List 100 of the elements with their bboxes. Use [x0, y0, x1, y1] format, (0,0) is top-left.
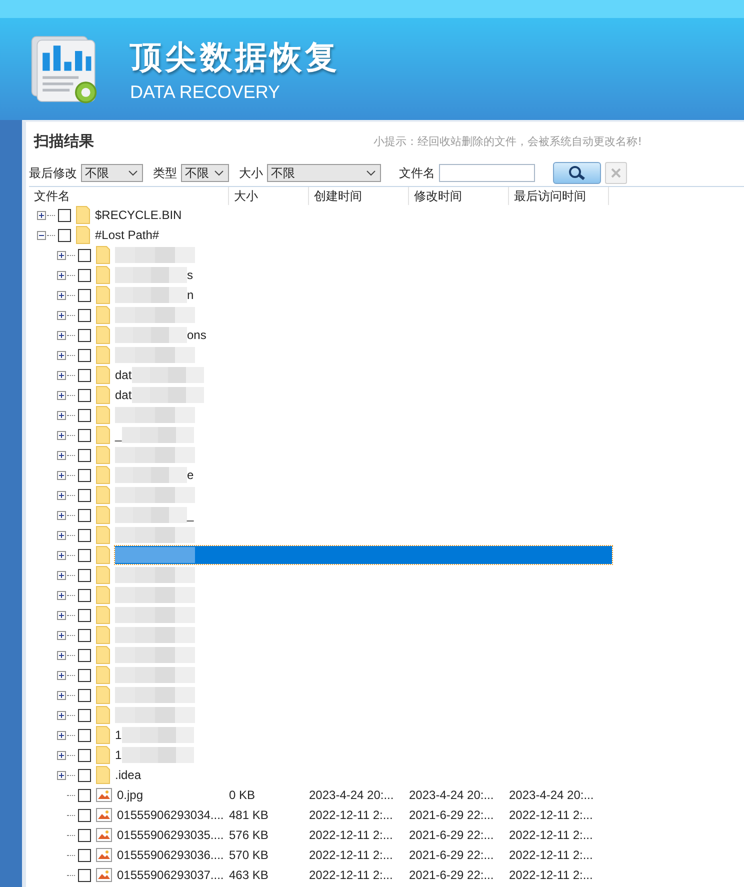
file-name[interactable]: 01555906293036....: [117, 848, 224, 862]
file-name[interactable]: 01555906293034....: [117, 808, 224, 822]
expander-icon[interactable]: [57, 590, 66, 600]
filter-dropdown[interactable]: 不限: [181, 164, 229, 182]
checkbox[interactable]: [78, 628, 91, 642]
expander-icon[interactable]: [57, 710, 66, 720]
column-header[interactable]: 修改时间: [409, 187, 509, 205]
checkbox[interactable]: [78, 348, 91, 362]
file-name[interactable]: $RECYCLE.BIN: [95, 208, 182, 222]
folder-icon: [96, 286, 110, 304]
file-name[interactable]: e: [187, 468, 194, 482]
checkbox[interactable]: [78, 808, 91, 822]
checkbox[interactable]: [78, 408, 91, 422]
checkbox[interactable]: [78, 748, 91, 762]
checkbox[interactable]: [78, 868, 91, 882]
expander-icon[interactable]: [57, 730, 66, 740]
file-name[interactable]: ons: [187, 328, 206, 342]
expander-icon[interactable]: [57, 370, 66, 380]
expander-icon[interactable]: [57, 410, 66, 420]
panel-title: 扫描结果: [34, 132, 94, 150]
column-header[interactable]: 文件名: [29, 187, 229, 205]
file-name[interactable]: _: [187, 508, 194, 522]
expander-icon[interactable]: [57, 770, 66, 780]
expander-icon[interactable]: [37, 230, 46, 240]
filter-dropdown[interactable]: 不限: [267, 164, 381, 182]
folder-icon: [96, 606, 110, 624]
column-header[interactable]: 大小: [229, 187, 309, 205]
checkbox[interactable]: [78, 668, 91, 682]
file-name[interactable]: s: [187, 268, 193, 282]
checkbox[interactable]: [78, 828, 91, 842]
expander-icon[interactable]: [57, 570, 66, 580]
checkbox[interactable]: [78, 648, 91, 662]
checkbox[interactable]: [58, 208, 71, 222]
expander-icon[interactable]: [57, 330, 66, 340]
folder-icon: [96, 446, 110, 464]
expander-icon[interactable]: [57, 270, 66, 280]
expander-icon[interactable]: [57, 490, 66, 500]
created-cell-text: 2022-12-11 2:...: [309, 848, 394, 862]
expander-icon[interactable]: [57, 670, 66, 680]
expander-icon[interactable]: [57, 650, 66, 660]
checkbox[interactable]: [78, 728, 91, 742]
file-name[interactable]: 1: [115, 728, 122, 742]
checkbox[interactable]: [78, 388, 91, 402]
expander-icon[interactable]: [57, 510, 66, 520]
created-cell-text: 2022-12-11 2:...: [309, 868, 394, 882]
checkbox[interactable]: [78, 428, 91, 442]
expander-icon[interactable]: [57, 610, 66, 620]
file-name[interactable]: .idea: [115, 768, 142, 782]
checkbox[interactable]: [78, 248, 91, 262]
file-name[interactable]: #Lost Path#: [95, 228, 160, 242]
checkbox[interactable]: [78, 708, 91, 722]
file-name[interactable]: n: [187, 288, 194, 302]
file-name[interactable]: dat: [115, 388, 132, 402]
checkbox[interactable]: [78, 588, 91, 602]
checkbox[interactable]: [78, 508, 91, 522]
column-header[interactable]: 最后访问时间: [509, 187, 609, 205]
checkbox[interactable]: [78, 568, 91, 582]
expander-icon[interactable]: [57, 750, 66, 760]
caret-icon: [128, 170, 138, 176]
file-name[interactable]: _: [115, 428, 122, 442]
expander-icon[interactable]: [57, 390, 66, 400]
file-name[interactable]: dat: [115, 368, 132, 382]
expander-icon[interactable]: [57, 290, 66, 300]
search-button[interactable]: [553, 162, 601, 184]
expander-icon[interactable]: [57, 530, 66, 540]
checkbox[interactable]: [78, 608, 91, 622]
folder-icon: [96, 406, 110, 424]
checkbox[interactable]: [78, 768, 91, 782]
file-name[interactable]: 01555906293037....: [117, 868, 224, 882]
checkbox[interactable]: [78, 448, 91, 462]
expander-icon[interactable]: [57, 250, 66, 260]
folder-icon: [96, 386, 110, 404]
checkbox[interactable]: [78, 308, 91, 322]
expander-icon[interactable]: [57, 450, 66, 460]
expander-icon[interactable]: [57, 630, 66, 640]
column-header[interactable]: 创建时间: [309, 187, 409, 205]
expander-icon[interactable]: [57, 430, 66, 440]
expander-icon[interactable]: [37, 210, 46, 220]
checkbox[interactable]: [78, 288, 91, 302]
file-name[interactable]: 0.jpg: [117, 788, 144, 802]
expander-icon[interactable]: [57, 350, 66, 360]
expander-icon[interactable]: [57, 690, 66, 700]
checkbox[interactable]: [78, 688, 91, 702]
checkbox[interactable]: [58, 228, 71, 242]
expander-icon[interactable]: [57, 550, 66, 560]
filename-field[interactable]: [439, 164, 535, 182]
file-name[interactable]: 01555906293035....: [117, 828, 224, 842]
checkbox[interactable]: [78, 848, 91, 862]
checkbox[interactable]: [78, 788, 91, 802]
expander-icon[interactable]: [57, 470, 66, 480]
checkbox[interactable]: [78, 548, 91, 562]
filter-dropdown[interactable]: 不限: [81, 164, 143, 182]
checkbox[interactable]: [78, 528, 91, 542]
expander-icon[interactable]: [57, 310, 66, 320]
checkbox[interactable]: [78, 268, 91, 282]
checkbox[interactable]: [78, 488, 91, 502]
checkbox[interactable]: [78, 468, 91, 482]
checkbox[interactable]: [78, 368, 91, 382]
checkbox[interactable]: [78, 328, 91, 342]
file-name[interactable]: 1: [115, 748, 122, 762]
